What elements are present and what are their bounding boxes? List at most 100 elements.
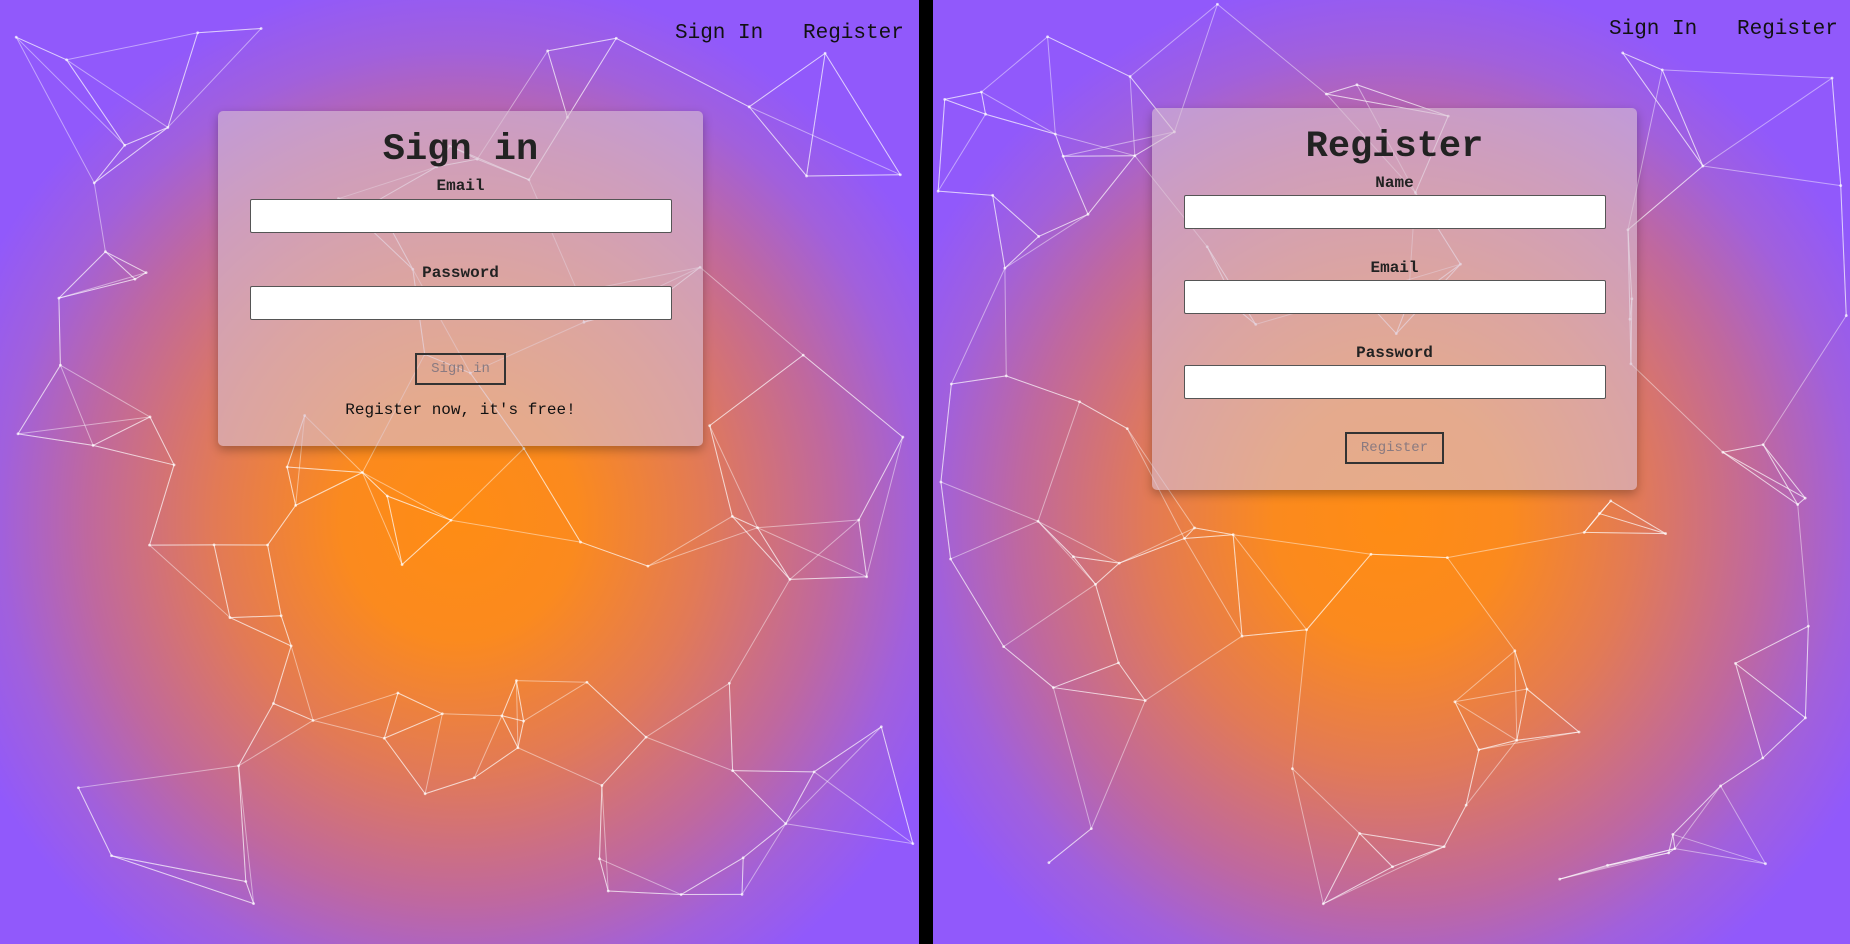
network-line: [1184, 534, 1234, 539]
network-line: [17, 433, 94, 446]
network-line: [981, 36, 1048, 93]
network-line: [1478, 731, 1580, 751]
email-input[interactable]: [1183, 280, 1606, 314]
network-node: [939, 480, 943, 484]
network-line: [1053, 662, 1119, 689]
password-input[interactable]: [249, 286, 672, 320]
network-line: [880, 726, 914, 844]
network-line: [1054, 133, 1064, 157]
network-line: [105, 251, 136, 280]
email-input[interactable]: [249, 199, 672, 233]
network-line: [1063, 155, 1135, 157]
network-line: [580, 541, 649, 567]
network-line: [1762, 444, 1806, 499]
network-line: [362, 472, 452, 521]
network-line: [1762, 444, 1799, 505]
signin-screen: Sign In Register Sign in Email Password …: [0, 0, 919, 944]
network-line: [1306, 553, 1372, 631]
network-line: [383, 737, 426, 795]
network-node: [400, 563, 404, 567]
network-line: [806, 53, 826, 177]
network-line: [813, 726, 882, 773]
network-line: [287, 466, 363, 473]
network-line: [501, 715, 524, 722]
network-line: [748, 106, 901, 176]
network-node: [1844, 314, 1848, 317]
network-line: [361, 472, 403, 565]
network-line: [59, 365, 94, 446]
network-node: [14, 35, 18, 39]
network-line: [944, 91, 982, 100]
network-line: [748, 52, 826, 108]
network-line: [77, 787, 112, 856]
network-line: [785, 771, 815, 824]
network-line: [516, 680, 587, 683]
network-line: [616, 37, 750, 108]
network-node: [1125, 427, 1129, 430]
name-label: Name: [1375, 174, 1414, 192]
network-node: [911, 842, 915, 846]
network-line: [950, 520, 1039, 560]
network-line: [1599, 513, 1666, 535]
network-line: [1004, 236, 1040, 269]
network-line: [1584, 531, 1666, 535]
network-line: [1047, 36, 1131, 77]
network-line: [386, 495, 403, 565]
network-line: [944, 98, 986, 115]
network-line: [567, 38, 617, 118]
network-line: [937, 113, 986, 192]
network-line: [1323, 846, 1445, 905]
register-title: Register: [1305, 126, 1484, 168]
network-line: [728, 683, 734, 771]
network-line: [824, 53, 901, 175]
network-line: [1735, 663, 1764, 759]
network-line: [732, 770, 787, 825]
network-node: [1324, 92, 1328, 96]
network-line: [149, 464, 175, 546]
name-input[interactable]: [1183, 195, 1606, 229]
network-line: [286, 466, 297, 506]
network-line: [280, 615, 292, 647]
network-line: [517, 720, 525, 748]
network-node: [1046, 35, 1049, 39]
network-line: [1720, 757, 1764, 787]
network-line: [1583, 500, 1612, 533]
nav-register-link[interactable]: Register: [803, 22, 904, 45]
register-button[interactable]: Register: [1344, 432, 1445, 464]
network-line: [92, 416, 151, 446]
nav-signin-link[interactable]: Sign In: [1609, 18, 1697, 41]
network-node: [1671, 833, 1675, 836]
network-line: [15, 36, 95, 184]
network-line: [608, 890, 682, 896]
network-node: [289, 644, 293, 648]
network-line: [806, 174, 901, 177]
network-node: [708, 424, 712, 428]
network-node: [196, 31, 200, 35]
network-line: [680, 857, 744, 895]
network-line: [523, 448, 581, 543]
network-line: [940, 383, 952, 483]
network-node: [731, 769, 735, 773]
network-line: [1370, 553, 1448, 559]
network-line: [267, 505, 297, 546]
network-line: [15, 36, 67, 61]
network-node: [598, 857, 601, 861]
network-line: [785, 726, 882, 825]
signin-button[interactable]: Sign in: [415, 353, 506, 385]
nav-signin-link[interactable]: Sign In: [675, 22, 763, 45]
password-input[interactable]: [1183, 365, 1606, 399]
network-line: [1516, 688, 1528, 741]
network-line: [111, 855, 254, 905]
password-label: Password: [1356, 344, 1433, 362]
nav-register-link[interactable]: Register: [1737, 18, 1838, 41]
network-line: [290, 645, 314, 721]
network-line: [1516, 731, 1580, 741]
register-now-link[interactable]: Register now, it's free!: [345, 401, 575, 419]
network-line: [728, 579, 791, 684]
network-line: [1194, 527, 1234, 536]
network-line: [1003, 583, 1096, 648]
network-node: [1515, 738, 1519, 742]
network-line: [384, 713, 443, 739]
register-card: Register Name Email Password Register: [1152, 108, 1637, 490]
network-line: [124, 126, 169, 146]
